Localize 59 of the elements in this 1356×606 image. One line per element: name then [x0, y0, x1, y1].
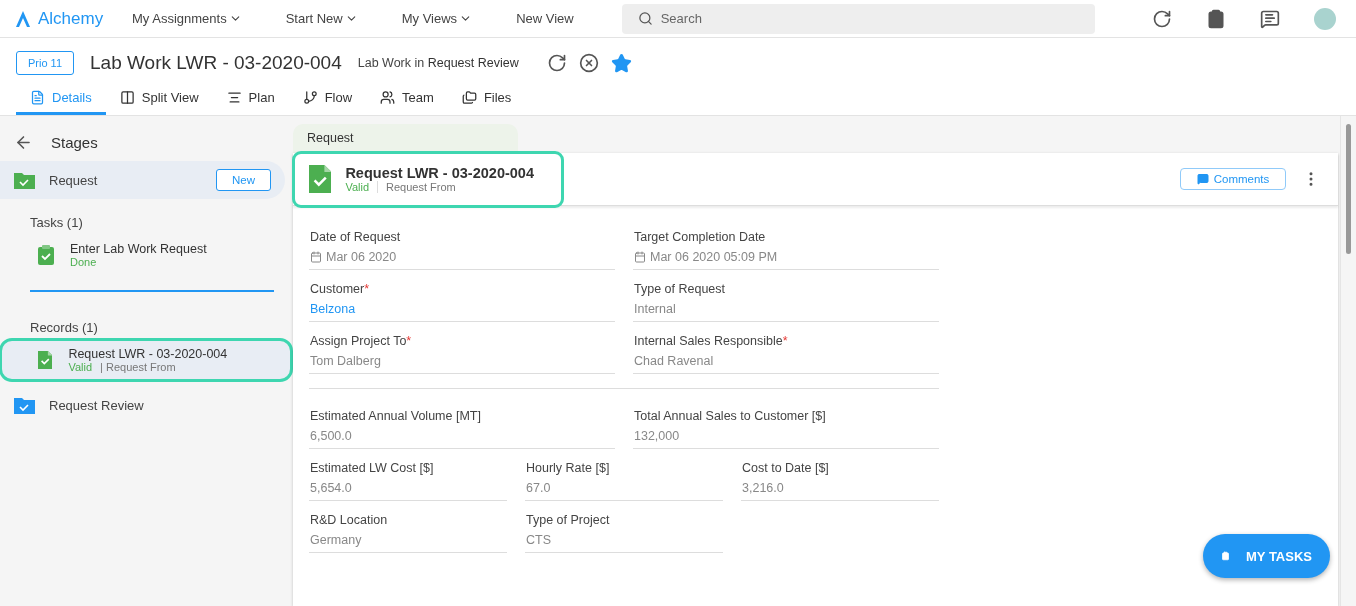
- view-tab[interactable]: Files: [447, 84, 526, 115]
- form-field[interactable]: Estimated Annual Volume [MT] 6,500.0: [309, 409, 615, 449]
- flow-icon: [302, 90, 318, 105]
- files-icon: [461, 90, 477, 105]
- document-icon: [38, 351, 53, 369]
- sidebar-title: Stages: [51, 133, 98, 151]
- clipboard-icon[interactable]: [1206, 8, 1226, 29]
- search-input[interactable]: Search: [658, 10, 1085, 27]
- clipboard-check-icon: [38, 245, 54, 265]
- search-field[interactable]: Search: [621, 3, 1095, 34]
- task-item[interactable]: Enter Lab Work Request Done: [2, 236, 290, 274]
- view-tab[interactable]: Split View: [105, 84, 213, 115]
- stage-item[interactable]: Request New: [0, 161, 285, 199]
- required-mark: *: [782, 334, 788, 348]
- form-field[interactable]: R&D Location Germany: [309, 513, 507, 553]
- section-heading: Records (1): [29, 319, 99, 337]
- form-field[interactable]: Estimated LW Cost [$] 5,654.0: [309, 461, 507, 501]
- form-field[interactable]: Cost to Date [$] 3,216.0: [741, 461, 939, 501]
- stage-item[interactable]: Request Review: [0, 386, 285, 424]
- split-icon: [119, 90, 135, 105]
- form-field[interactable]: Target Completion Date Mar 06 2020 05:09 PM: [633, 230, 939, 270]
- team-icon: [380, 90, 396, 105]
- details-icon: [30, 90, 45, 105]
- calendar-icon: [634, 251, 646, 263]
- section-heading: Tasks (1): [29, 214, 84, 232]
- form-field[interactable]: Type of Request Internal: [633, 282, 939, 322]
- view-tab[interactable]: Flow: [288, 84, 367, 115]
- folder-icon: [14, 171, 35, 189]
- nav-menu[interactable]: New View: [516, 11, 574, 26]
- nav-menu[interactable]: My Assignments: [132, 11, 242, 26]
- form-field[interactable]: Customer* Belzona: [309, 282, 615, 322]
- refresh-icon[interactable]: [1152, 8, 1172, 29]
- record-item[interactable]: Request LWR - 03-2020-004 Valid | Request From: [2, 341, 290, 379]
- record-header: Request LWR - 03-2020-004 Valid Request From: [293, 151, 563, 207]
- required-mark: *: [406, 334, 412, 348]
- page-title: Lab Work LWR - 03-2020-004: [90, 52, 342, 74]
- chat-icon[interactable]: [1260, 8, 1280, 29]
- star-icon[interactable]: [610, 52, 632, 74]
- search-icon: [637, 11, 653, 26]
- comment-icon: [1196, 173, 1209, 185]
- view-tab[interactable]: Plan: [212, 84, 289, 115]
- stage-subtitle: Lab Work in Request Review: [357, 56, 519, 70]
- form-field[interactable]: Total Annual Sales to Customer [$] 132,000: [633, 409, 939, 449]
- calendar-icon: [310, 251, 322, 263]
- form-field[interactable]: Hourly Rate [$] 67.0: [525, 461, 723, 501]
- plan-icon: [226, 90, 242, 105]
- form-field[interactable]: Type of Project CTS: [525, 513, 723, 553]
- required-mark: *: [364, 282, 370, 296]
- cancel-icon[interactable]: [578, 53, 599, 73]
- nav-menu[interactable]: Start New: [285, 11, 358, 26]
- priority-badge: Prio 11: [16, 51, 75, 75]
- folder-icon: [14, 396, 35, 414]
- view-tab[interactable]: Team: [366, 84, 448, 115]
- stage-tab[interactable]: Request: [293, 124, 518, 153]
- form-field[interactable]: Assign Project To* Tom Dalberg: [309, 334, 615, 374]
- document-icon: [309, 165, 332, 193]
- nav-menu[interactable]: My Views: [401, 11, 473, 26]
- form-field[interactable]: Internal Sales Responsible* Chad Ravenal: [633, 334, 939, 374]
- form-field[interactable]: Date of Request Mar 06 2020: [309, 230, 615, 270]
